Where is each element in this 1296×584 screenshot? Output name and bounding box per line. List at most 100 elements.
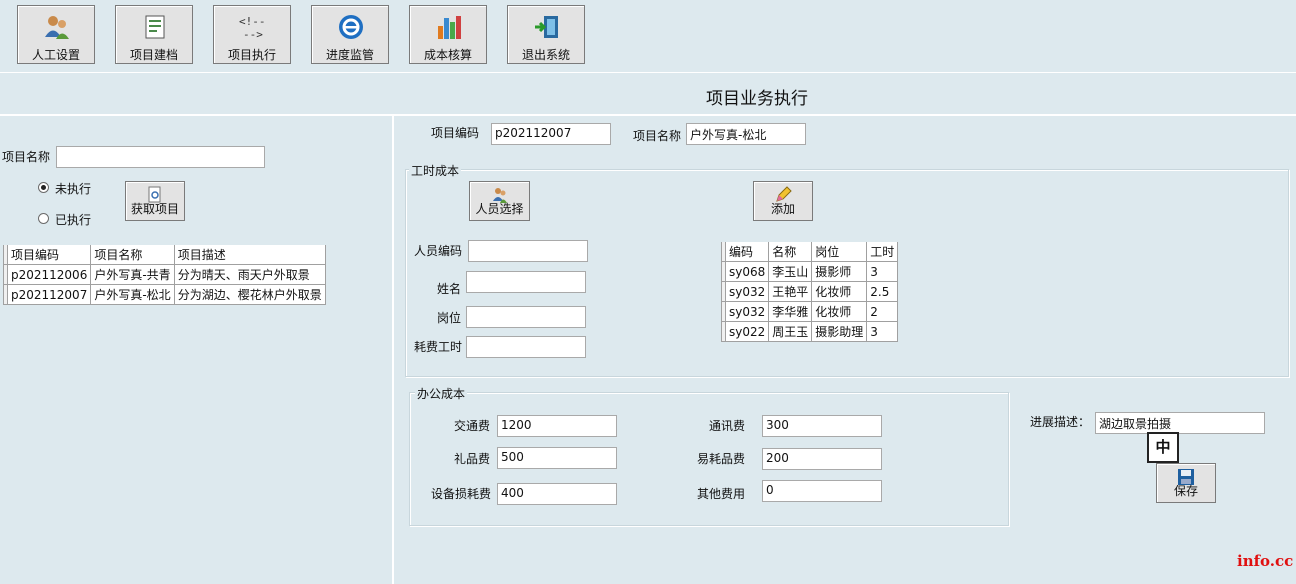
transport-label: 交通费: [454, 419, 491, 433]
table-row[interactable]: sy068 李玉山 摄影师 3: [721, 261, 899, 282]
table-row[interactable]: p202112007 户外写真-松北 分为湖边、樱花林户外取景: [3, 284, 326, 305]
gift-label: 礼品费: [454, 452, 491, 466]
table-cell[interactable]: 摄影师: [811, 261, 868, 282]
radio-unexecuted[interactable]: [38, 182, 49, 193]
staff-position-input[interactable]: [466, 306, 586, 328]
document-icon: [145, 15, 165, 39]
consumable-input[interactable]: 200: [762, 448, 882, 470]
staff-name-input[interactable]: [466, 271, 586, 293]
column-header: 名称: [768, 242, 813, 262]
table-cell[interactable]: sy032: [724, 281, 770, 302]
staff-name-label: 姓名: [437, 282, 462, 296]
table-cell[interactable]: 化妆师: [811, 301, 868, 322]
radio-unexecuted-label: 未执行: [55, 182, 92, 196]
table-cell[interactable]: 3: [866, 321, 899, 342]
table-cell[interactable]: 周王玉: [768, 321, 813, 342]
toolbar-label: 项目建档: [129, 48, 178, 62]
equipment-input[interactable]: 400: [497, 483, 617, 505]
add-label: 添加: [770, 202, 795, 216]
project-table: 项目编码 项目名称 项目描述 p202112006 户外写真-共青 分为晴天、雨…: [3, 245, 326, 305]
fetch-project-label: 获取项目: [130, 202, 179, 216]
staff-code-input[interactable]: [468, 240, 588, 262]
table-cell[interactable]: 2.5: [866, 281, 899, 302]
code-icon: <!-- -->: [239, 15, 266, 41]
toolbar-label: 人工设置: [31, 48, 80, 62]
consumable-label: 易耗品费: [697, 452, 746, 466]
fetch-project-button[interactable]: 获取项目: [125, 181, 185, 221]
toolbar-button-cost-accounting[interactable]: 成本核算: [409, 5, 487, 64]
table-cell[interactable]: sy022: [724, 321, 770, 342]
toolbar-button-exit[interactable]: 退出系统: [507, 5, 585, 64]
column-header: 编码: [724, 242, 770, 262]
panel-divider: [392, 116, 394, 584]
table-cell[interactable]: 3: [866, 261, 899, 282]
toolbar-label: 退出系统: [521, 48, 570, 62]
project-code-input[interactable]: p202112007: [491, 123, 611, 145]
staff-table: 编码 名称 岗位 工时 sy068 李玉山 摄影师 3 sy032 王艳平 化妆…: [721, 242, 899, 342]
column-header: 项目名称: [90, 245, 175, 265]
project-name-label-right: 项目名称: [633, 129, 682, 143]
users-icon: [45, 16, 69, 39]
table-cell[interactable]: 户外写真-共青: [90, 264, 175, 285]
labor-cost-group-title: 工时成本: [409, 162, 462, 179]
radio-executed[interactable]: [38, 213, 49, 224]
toolbar-label: 进度监管: [325, 48, 374, 62]
other-label: 其他费用: [697, 487, 746, 501]
save-label: 保存: [1173, 484, 1198, 498]
office-cost-group-title: 办公成本: [415, 385, 468, 402]
table-cell[interactable]: 王艳平: [768, 281, 813, 302]
toolbar-button-project-archive[interactable]: 项目建档: [115, 5, 193, 64]
other-input[interactable]: 0: [762, 480, 882, 502]
table-cell[interactable]: sy068: [724, 261, 770, 282]
comm-input[interactable]: 300: [762, 415, 882, 437]
toolbar-button-progress-monitor[interactable]: 进度监管: [311, 5, 389, 64]
table-cell[interactable]: 化妆师: [811, 281, 868, 302]
toolbar-divider: [0, 72, 1296, 73]
staff-select-label: 人员选择: [475, 202, 524, 216]
column-header: 项目编码: [6, 245, 92, 265]
add-button[interactable]: 添加: [753, 181, 813, 221]
column-header: 工时: [866, 242, 899, 262]
project-name-label: 项目名称: [2, 150, 51, 164]
gift-input[interactable]: 500: [497, 447, 617, 469]
table-cell[interactable]: p202112006: [6, 264, 92, 285]
browser-icon: [339, 15, 363, 39]
table-row[interactable]: p202112006 户外写真-共青 分为晴天、雨天户外取景: [3, 264, 326, 285]
project-name-input-right[interactable]: 户外写真-松北: [686, 123, 806, 145]
toolbar-button-staff-settings[interactable]: 人工设置: [17, 5, 95, 64]
hours-input[interactable]: [466, 336, 586, 358]
table-row[interactable]: sy022 周王玉 摄影助理 3: [721, 321, 899, 342]
staff-position-label: 岗位: [437, 311, 462, 325]
table-header-row: 项目编码 项目名称 项目描述: [3, 245, 326, 265]
ime-indicator[interactable]: 中: [1147, 432, 1179, 463]
hours-label: 耗费工时: [414, 340, 463, 354]
title-divider: [0, 114, 1296, 116]
watermark: info.cc: [1237, 552, 1294, 570]
table-cell[interactable]: 户外写真-松北: [90, 284, 175, 305]
equipment-label: 设备损耗费: [431, 487, 492, 501]
table-row[interactable]: sy032 王艳平 化妆师 2.5: [721, 281, 899, 302]
table-cell[interactable]: 摄影助理: [811, 321, 868, 342]
progress-input[interactable]: 湖边取景拍摄: [1095, 412, 1265, 434]
save-button[interactable]: 保存: [1156, 463, 1216, 503]
progress-label: 进展描述：: [1030, 415, 1091, 429]
project-name-input[interactable]: [56, 146, 265, 168]
svg-text:<!--: <!--: [239, 15, 266, 28]
table-cell[interactable]: 李华雅: [768, 301, 813, 322]
radio-executed-label: 已执行: [55, 213, 92, 227]
toolbar-label: 成本核算: [423, 48, 472, 62]
table-cell[interactable]: 分为湖边、樱花林户外取景: [173, 284, 326, 305]
transport-input[interactable]: 1200: [497, 415, 617, 437]
table-cell[interactable]: sy032: [724, 301, 770, 322]
column-header: 岗位: [811, 242, 868, 262]
exit-door-icon: [535, 16, 558, 38]
table-cell[interactable]: p202112007: [6, 284, 92, 305]
table-cell[interactable]: 李玉山: [768, 261, 813, 282]
staff-select-button[interactable]: 人员选择: [469, 181, 530, 221]
toolbar-button-project-execute[interactable]: <!-- --> 项目执行: [213, 5, 291, 64]
table-row[interactable]: sy032 李华雅 化妆师 2: [721, 301, 899, 322]
bar-chart-icon: [438, 16, 461, 39]
staff-code-label: 人员编码: [414, 244, 463, 258]
table-cell[interactable]: 2: [866, 301, 899, 322]
table-cell[interactable]: 分为晴天、雨天户外取景: [173, 264, 326, 285]
